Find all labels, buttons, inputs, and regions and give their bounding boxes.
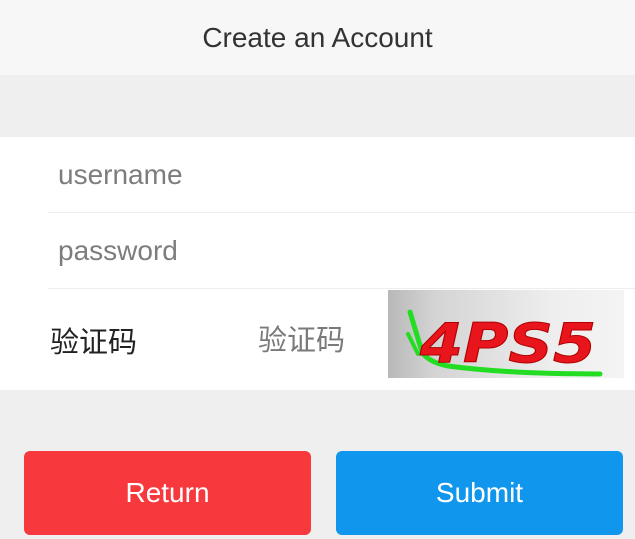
register-form: 验证码 4PS5: [0, 137, 635, 390]
password-input[interactable]: [48, 213, 635, 288]
captcha-input[interactable]: [250, 290, 386, 390]
username-row: [48, 137, 635, 213]
captcha-image[interactable]: 4PS5: [388, 290, 624, 378]
page-title: Create an Account: [202, 21, 433, 53]
password-row: [48, 213, 635, 289]
captcha-graphic: 4PS5: [406, 309, 603, 377]
return-button[interactable]: Return: [24, 451, 311, 535]
captcha-row: 验证码 4PS5: [0, 290, 635, 390]
page-header: Create an Account: [0, 0, 635, 75]
captcha-label: 验证码: [50, 325, 138, 359]
submit-button[interactable]: Submit: [336, 451, 623, 535]
register-page: Create an Account 验证码 4PS5 Return Submit: [0, 0, 635, 539]
username-input[interactable]: [48, 137, 635, 212]
captcha-text: 4PS5: [419, 312, 596, 375]
